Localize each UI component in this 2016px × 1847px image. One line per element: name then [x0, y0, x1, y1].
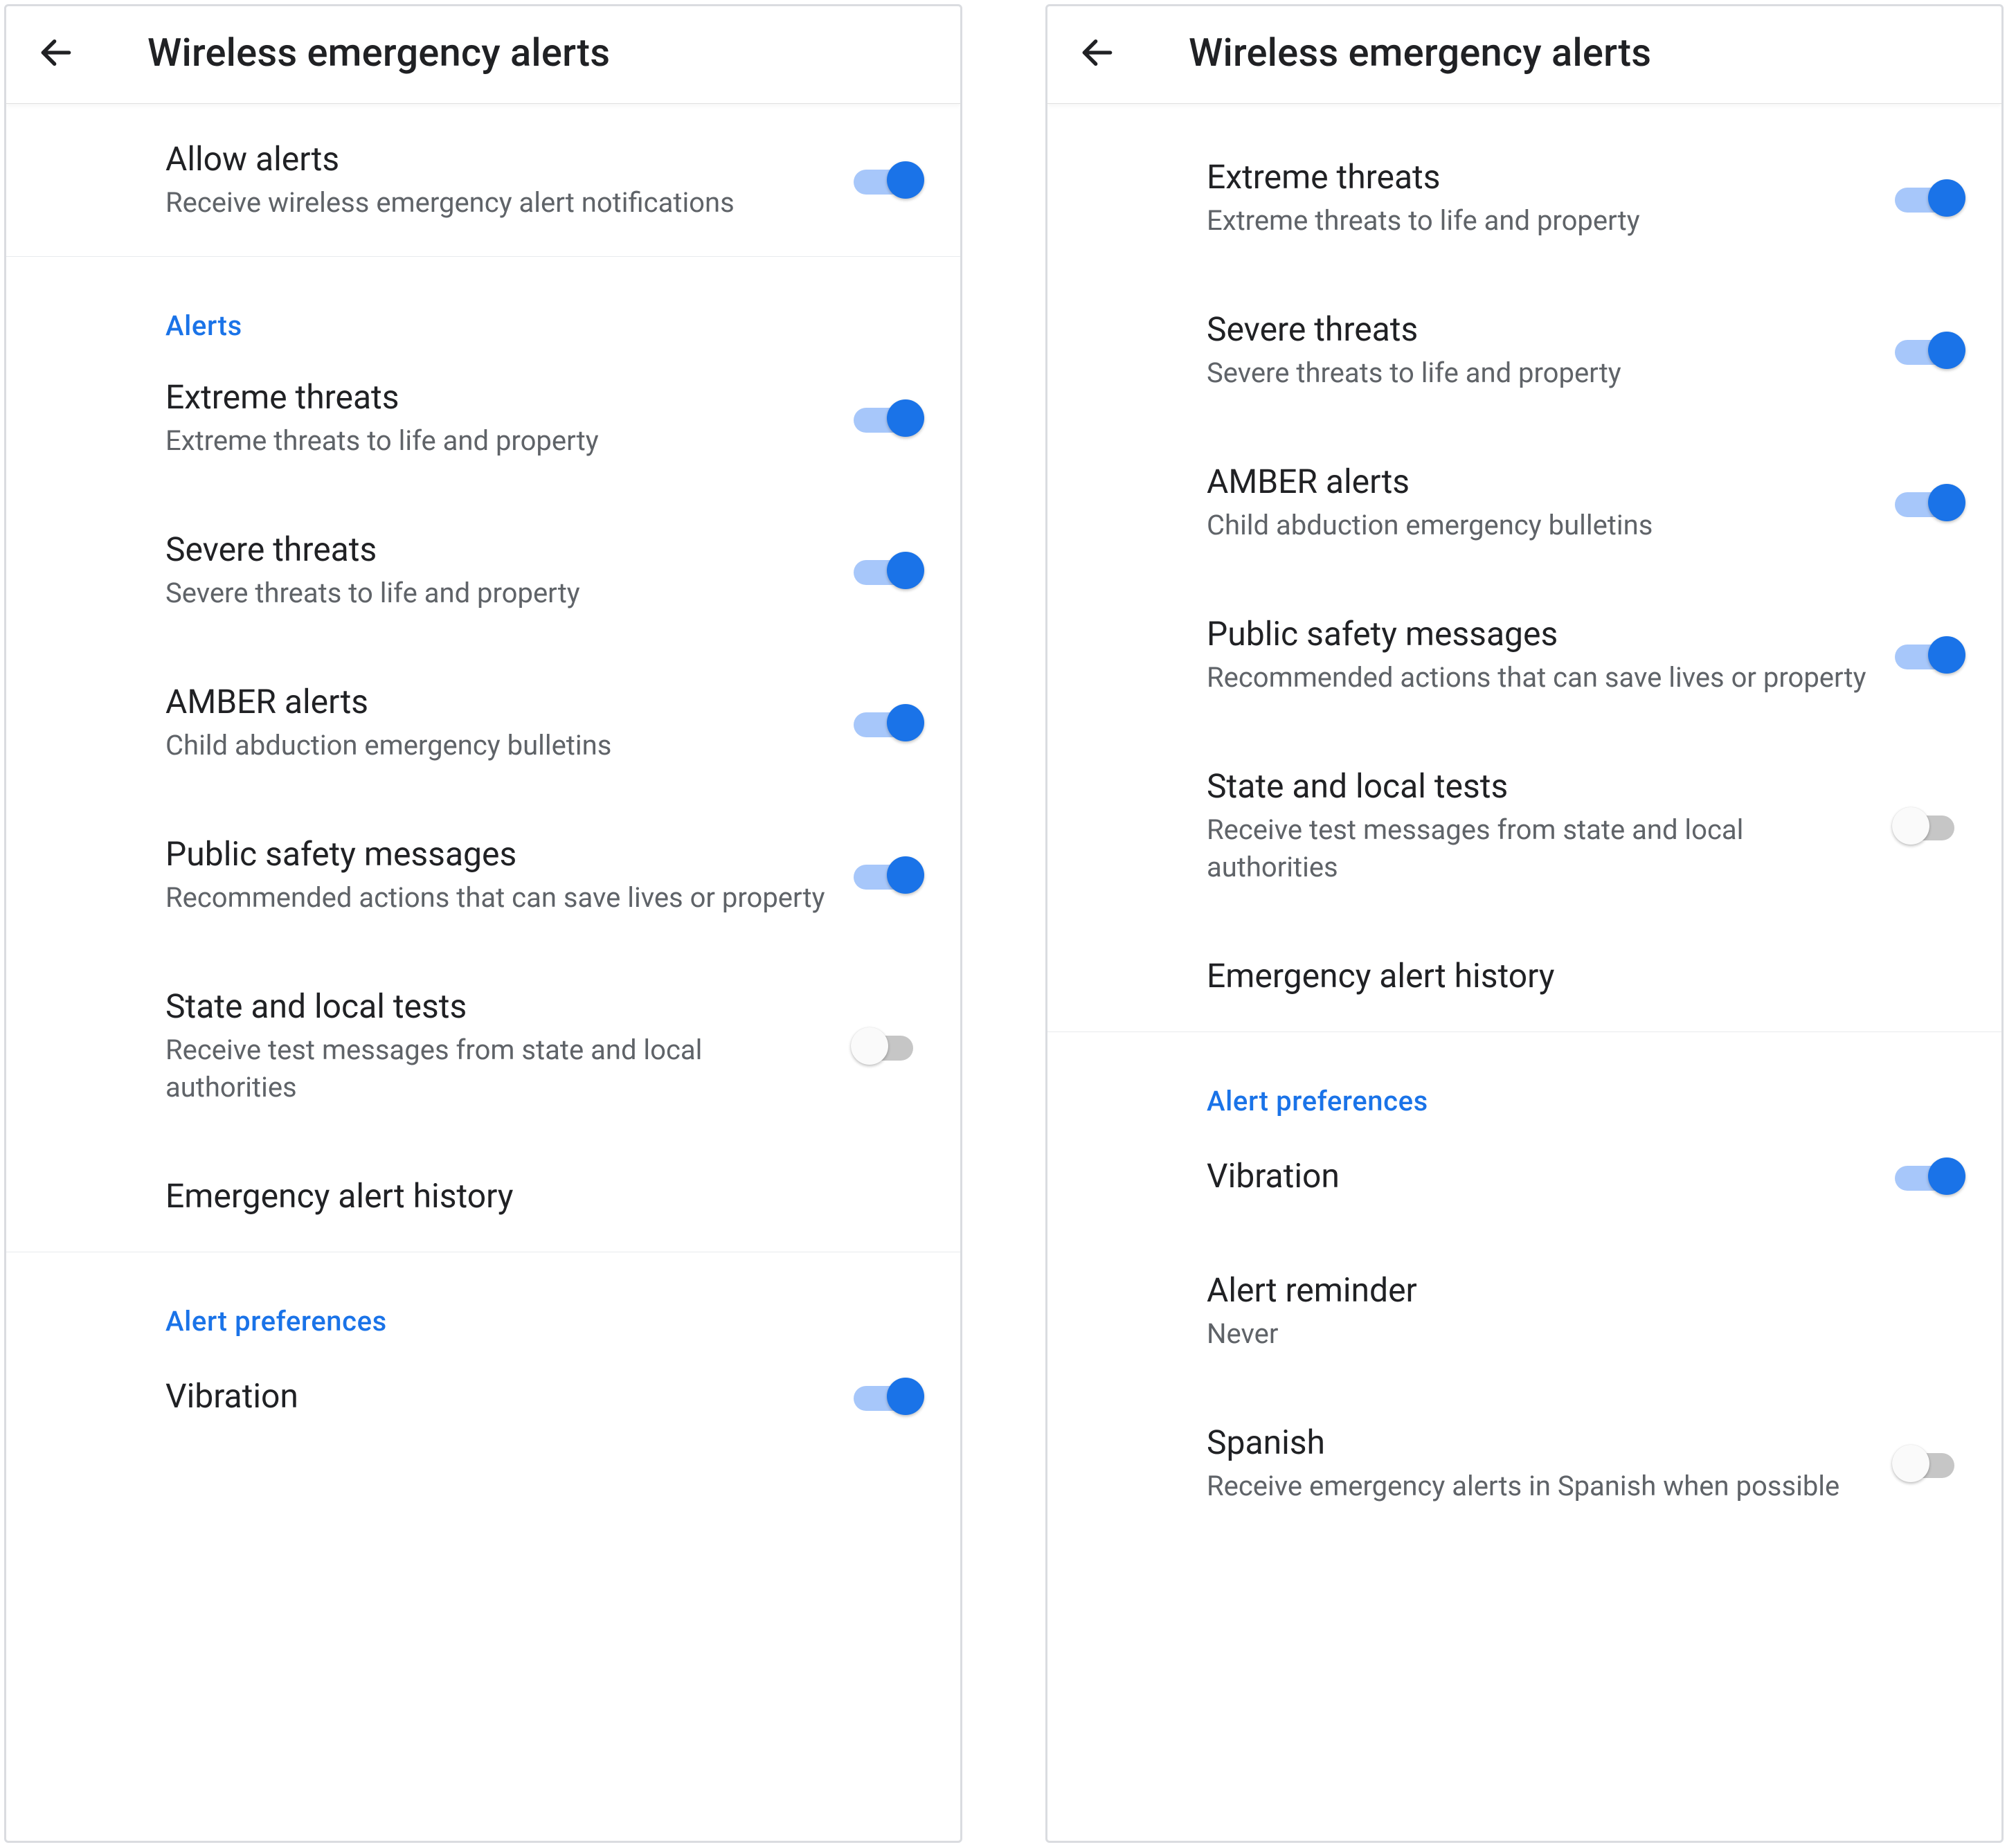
row-subtitle: Receive test messages from state and loc…	[1207, 811, 1871, 886]
row-extreme-threats[interactable]: Extreme threats Extreme threats to life …	[1047, 122, 2001, 274]
row-title: Public safety messages	[165, 834, 830, 875]
page-title: Wireless emergency alerts	[1189, 30, 1651, 75]
row-subtitle: Receive emergency alerts in Spanish when…	[1207, 1468, 1871, 1505]
row-subtitle: Severe threats to life and property	[1207, 354, 1871, 392]
row-subtitle: Recommended actions that can save lives …	[1207, 659, 1871, 696]
row-text: Allow alerts Receive wireless emergency …	[165, 138, 851, 222]
row-state-local-tests[interactable]: State and local tests Receive test messa…	[1047, 731, 2001, 921]
row-state-local-tests[interactable]: State and local tests Receive test messa…	[6, 951, 960, 1141]
toggle-extreme-threats[interactable]	[1892, 174, 1968, 222]
row-vibration[interactable]: Vibration	[1047, 1117, 2001, 1235]
row-title: Public safety messages	[1207, 613, 1871, 655]
row-title: State and local tests	[165, 986, 830, 1027]
toggle-severe-threats[interactable]	[1892, 326, 1968, 375]
page-title: Wireless emergency alerts	[147, 30, 610, 75]
row-amber-alerts[interactable]: AMBER alerts Child abduction emergency b…	[6, 647, 960, 799]
row-amber-alerts[interactable]: AMBER alerts Child abduction emergency b…	[1047, 426, 2001, 579]
row-public-safety[interactable]: Public safety messages Recommended actio…	[6, 799, 960, 951]
header-left: Wireless emergency alerts	[6, 6, 960, 104]
section-header-preferences: Alert preferences	[1047, 1032, 2001, 1117]
row-title: Emergency alert history	[165, 1175, 906, 1217]
row-extreme-threats[interactable]: Extreme threats Extreme threats to life …	[6, 342, 960, 494]
section-alerts: Alerts Extreme threats Extreme threats t…	[6, 256, 960, 1252]
row-public-safety[interactable]: Public safety messages Recommended actio…	[1047, 579, 2001, 731]
row-title: State and local tests	[1207, 766, 1871, 807]
row-subtitle: Receive wireless emergency alert notific…	[165, 184, 830, 222]
row-title: Emergency alert history	[1207, 955, 1947, 997]
row-severe-threats[interactable]: Severe threats Severe threats to life an…	[1047, 274, 2001, 426]
row-subtitle: Extreme threats to life and property	[165, 422, 830, 460]
row-subtitle: Never	[1207, 1315, 1947, 1353]
row-spanish[interactable]: Spanish Receive emergency alerts in Span…	[1047, 1387, 2001, 1540]
section-allow: Allow alerts Receive wireless emergency …	[6, 104, 960, 256]
row-subtitle: Receive test messages from state and loc…	[165, 1031, 830, 1106]
row-title: Alert reminder	[1207, 1270, 1947, 1311]
section-alerts-scrolled: Extreme threats Extreme threats to life …	[1047, 104, 2001, 1031]
row-title: Spanish	[1207, 1422, 1871, 1463]
row-title: AMBER alerts	[1207, 461, 1871, 503]
row-title: Allow alerts	[165, 138, 830, 180]
row-title: Extreme threats	[165, 377, 830, 418]
toggle-vibration[interactable]	[1892, 1152, 1968, 1200]
row-subtitle: Child abduction emergency bulletins	[165, 727, 830, 764]
toggle-extreme-threats[interactable]	[851, 394, 927, 442]
toggle-amber-alerts[interactable]	[1892, 478, 1968, 527]
row-title: Severe threats	[165, 529, 830, 570]
row-severe-threats[interactable]: Severe threats Severe threats to life an…	[6, 494, 960, 647]
row-subtitle: Extreme threats to life and property	[1207, 202, 1871, 240]
row-emergency-history[interactable]: Emergency alert history	[6, 1141, 960, 1252]
section-preferences: Alert preferences Vibration Alert remind…	[1047, 1031, 2001, 1540]
section-header-alerts: Alerts	[6, 257, 960, 342]
section-preferences: Alert preferences Vibration	[6, 1252, 960, 1427]
row-title: Extreme threats	[1207, 156, 1871, 198]
section-header-preferences: Alert preferences	[6, 1252, 960, 1337]
row-allow-alerts[interactable]: Allow alerts Receive wireless emergency …	[6, 104, 960, 256]
toggle-state-local-tests[interactable]	[1892, 802, 1968, 850]
toggle-allow-alerts[interactable]	[851, 156, 927, 204]
back-arrow-icon[interactable]	[1078, 33, 1117, 72]
row-alert-reminder[interactable]: Alert reminder Never	[1047, 1235, 2001, 1387]
toggle-amber-alerts[interactable]	[851, 699, 927, 747]
row-title: AMBER alerts	[165, 681, 830, 723]
row-vibration[interactable]: Vibration	[6, 1337, 960, 1427]
row-title: Vibration	[165, 1376, 830, 1417]
row-subtitle: Child abduction emergency bulletins	[1207, 507, 1871, 544]
settings-panel-left: Wireless emergency alerts Allow alerts R…	[4, 4, 962, 1843]
row-subtitle: Severe threats to life and property	[165, 575, 830, 612]
header-right: Wireless emergency alerts	[1047, 6, 2001, 104]
row-subtitle: Recommended actions that can save lives …	[165, 879, 830, 917]
toggle-public-safety[interactable]	[851, 851, 927, 899]
row-title: Vibration	[1207, 1155, 1871, 1197]
settings-panel-right: Wireless emergency alerts Extreme threat…	[1045, 4, 2004, 1843]
toggle-vibration[interactable]	[851, 1372, 927, 1421]
toggle-public-safety[interactable]	[1892, 631, 1968, 679]
toggle-spanish[interactable]	[1892, 1439, 1968, 1488]
toggle-state-local-tests[interactable]	[851, 1022, 927, 1070]
back-arrow-icon[interactable]	[37, 33, 75, 72]
row-title: Severe threats	[1207, 309, 1871, 350]
row-emergency-history[interactable]: Emergency alert history	[1047, 921, 2001, 1031]
toggle-severe-threats[interactable]	[851, 546, 927, 595]
